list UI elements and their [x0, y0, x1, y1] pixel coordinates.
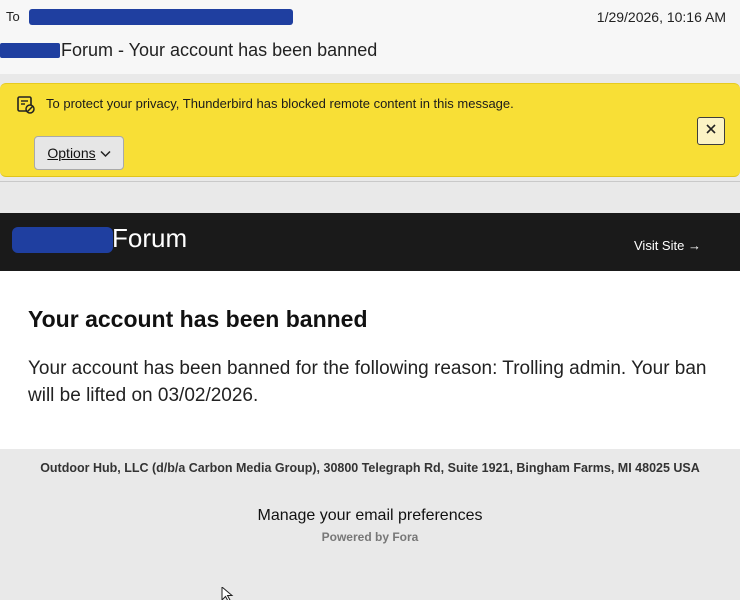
message-subject: Forum - Your account has been banned [61, 40, 378, 60]
close-notification-button[interactable] [697, 117, 725, 145]
chevron-down-icon [100, 145, 111, 161]
redacted-forum-name [12, 227, 113, 253]
manage-preferences-link[interactable]: Manage your email preferences [0, 507, 740, 525]
message-date: 1/29/2026, 10:16 AM [596, 9, 726, 25]
ban-reason: Your account has been banned for the fol… [28, 358, 707, 406]
mouse-cursor-icon [221, 585, 235, 600]
email-content: Your account has been banned Your accoun… [0, 271, 740, 449]
header-divider [0, 181, 740, 182]
powered-by: Powered by Fora [321, 530, 419, 544]
forum-banner: Forum Visit Site → [0, 213, 740, 271]
options-button[interactable]: Options [34, 136, 124, 170]
remote-content-blocked-icon [16, 95, 36, 115]
email-footer: Outdoor Hub, LLC (d/b/a Carbon Media Gro… [0, 449, 740, 600]
ban-title: Your account has been banned [28, 306, 368, 332]
message-header: To 1/29/2026, 10:16 AM Forum - Your acco… [0, 0, 740, 74]
redacted-subject-prefix [0, 43, 60, 58]
remote-content-notification: To protect your privacy, Thunderbird has… [0, 83, 740, 177]
options-label: Options [47, 145, 96, 161]
close-icon [705, 122, 717, 140]
redacted-recipient [29, 9, 293, 25]
company-address: Outdoor Hub, LLC (d/b/a Carbon Media Gro… [40, 461, 700, 475]
forum-name: Forum [112, 223, 188, 253]
email-view: To 1/29/2026, 10:16 AM Forum - Your acco… [0, 0, 740, 600]
notification-text: To protect your privacy, Thunderbird has… [46, 96, 514, 111]
visit-site-link[interactable]: Visit Site → [634, 238, 701, 253]
to-label: To [6, 9, 20, 24]
